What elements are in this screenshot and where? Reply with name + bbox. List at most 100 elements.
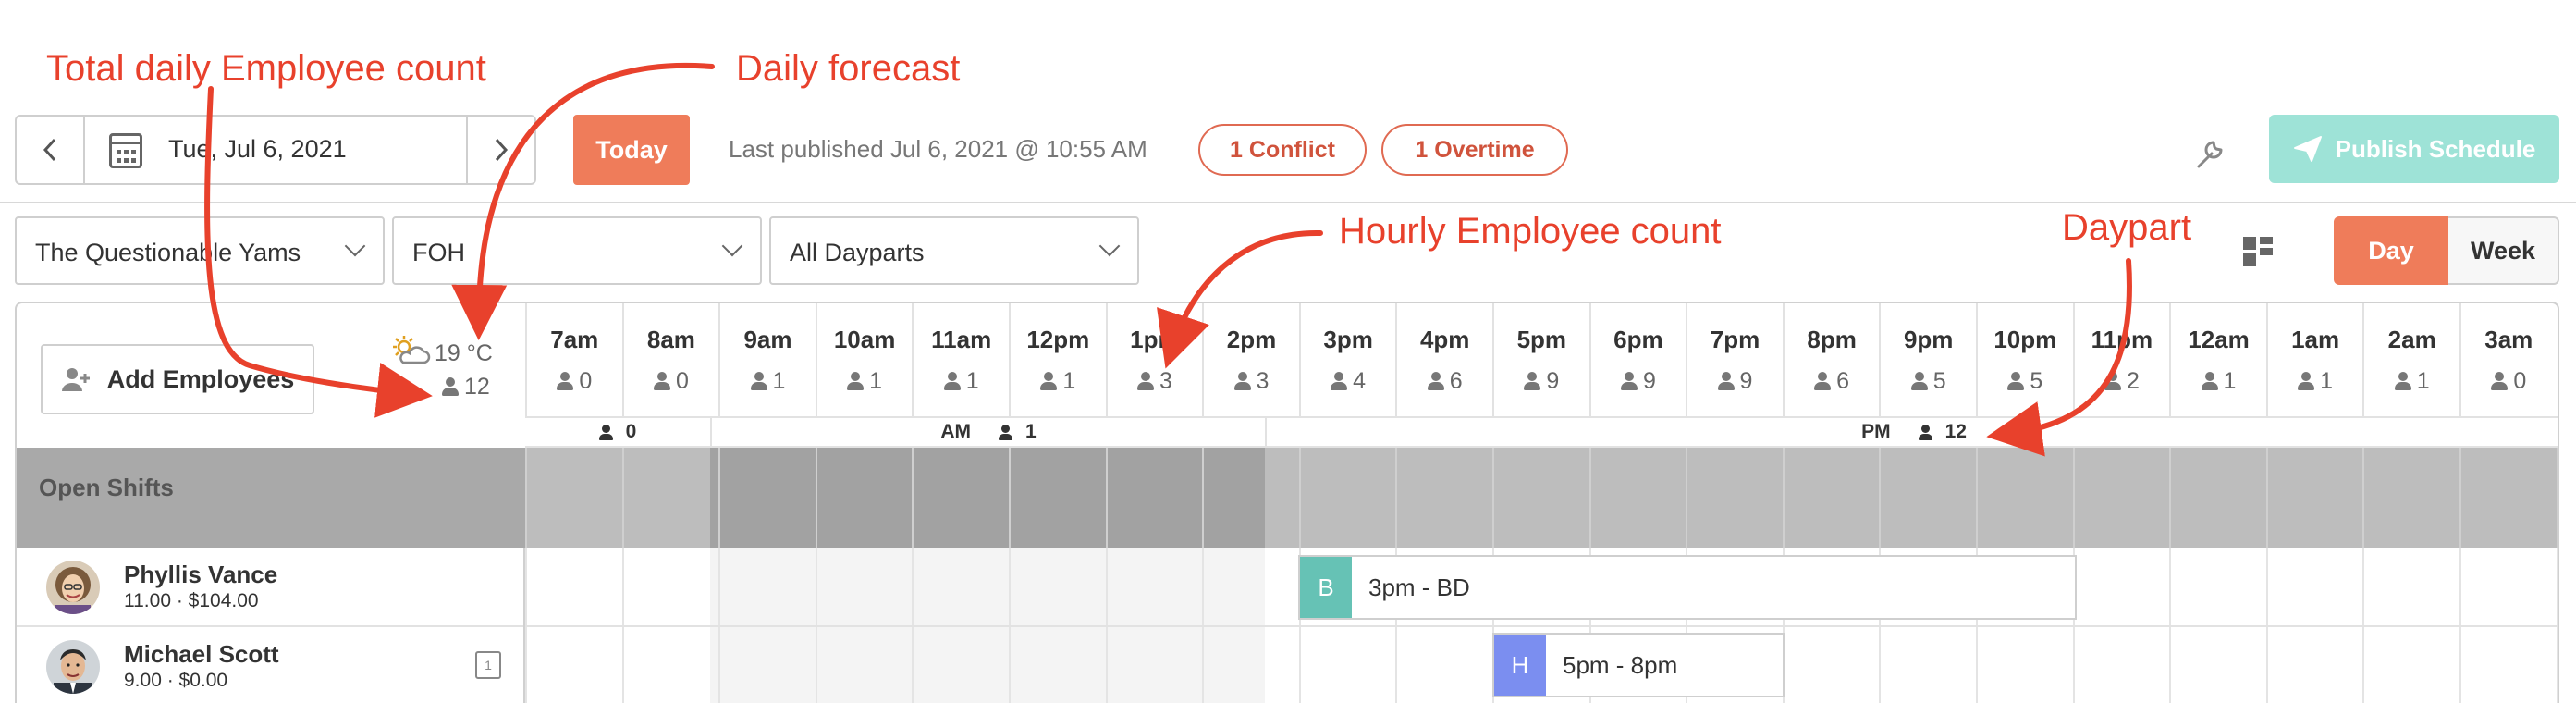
- dayparts-select-value: All Dayparts: [790, 239, 925, 266]
- hourly-employee-count: 0: [2461, 368, 2557, 395]
- hour-column-header: 9pm 5: [1879, 303, 1976, 416]
- total-employee-count: 12: [442, 374, 490, 401]
- grid-line: [1686, 448, 1688, 548]
- annotation-daypart: Daypart: [2062, 207, 2192, 248]
- hourly-employee-count-value: 0: [579, 368, 593, 394]
- daypart-none: 0: [525, 418, 710, 446]
- daypart-am[interactable]: AM 1: [710, 418, 1265, 446]
- hour-column-header: 12am 1: [2169, 303, 2266, 416]
- annotation-daily-forecast: Daily forecast: [736, 48, 961, 89]
- person-icon: [2007, 372, 2025, 390]
- hour-label: 2am: [2387, 326, 2436, 353]
- employee-rate: 9.00 · $0.00: [124, 670, 228, 691]
- current-date: Tue, Jul 6, 2021: [168, 135, 347, 163]
- previous-day-button[interactable]: [17, 117, 85, 183]
- add-employees-button[interactable]: Add Employees: [41, 344, 314, 414]
- person-icon: [442, 377, 459, 396]
- overtime-badge[interactable]: 1 Overtime: [1381, 124, 1568, 176]
- layout-grid-icon[interactable]: [2243, 237, 2275, 268]
- partly-cloudy-icon: [393, 336, 431, 364]
- avatar-image: [46, 640, 100, 694]
- hour-label: 1pm: [1130, 326, 1180, 353]
- calendar-icon[interactable]: 1: [475, 651, 501, 679]
- daypart-pm[interactable]: PM 12: [1265, 418, 2558, 446]
- today-button[interactable]: Today: [573, 115, 690, 185]
- person-icon: [1524, 372, 1541, 390]
- hourly-employee-count: 1: [1011, 368, 1106, 395]
- person-icon: [1717, 372, 1735, 390]
- department-select-value: FOH: [412, 239, 465, 266]
- person-icon: [598, 424, 613, 440]
- person-icon: [1136, 372, 1154, 390]
- grid-line: [718, 448, 721, 548]
- open-shifts-row[interactable]: Open Shifts: [17, 448, 2558, 548]
- grid-line: [2169, 448, 2172, 548]
- hourly-employee-count: 1: [2364, 368, 2459, 395]
- daypart-pm-count: 12: [1944, 421, 1967, 442]
- week-view-toggle[interactable]: Week: [2448, 216, 2559, 285]
- person-icon: [2394, 372, 2411, 390]
- hour-label: 11pm: [2091, 326, 2153, 353]
- grid-line: [1395, 448, 1398, 548]
- avatar[interactable]: [46, 561, 100, 614]
- avatar[interactable]: [46, 640, 100, 694]
- person-icon: [2491, 372, 2509, 390]
- wrench-icon[interactable]: [2191, 135, 2228, 172]
- grid-line: [1976, 448, 1978, 548]
- chevron-down-icon: [721, 235, 743, 257]
- date-picker[interactable]: Tue, Jul 6, 2021: [15, 115, 536, 185]
- day-view-toggle[interactable]: Day: [2334, 216, 2448, 285]
- grid-line: [1298, 448, 1301, 548]
- hourly-employee-count: 0: [624, 368, 719, 395]
- hour-label: 8am: [646, 326, 695, 353]
- hourly-employee-count: 1: [817, 368, 913, 395]
- dayparts-select[interactable]: All Dayparts: [769, 216, 1139, 285]
- employee-name: Michael Scott: [124, 640, 279, 668]
- grid-line: [1202, 448, 1205, 548]
- person-icon: [2298, 372, 2315, 390]
- hour-column-header: 3am 0: [2459, 303, 2557, 416]
- hour-label: 6pm: [1613, 326, 1663, 353]
- publish-schedule-button[interactable]: Publish Schedule: [2269, 115, 2559, 183]
- department-select[interactable]: FOH: [392, 216, 762, 285]
- hourly-employee-count-value: 9: [1739, 368, 1753, 394]
- last-published-text: Last published Jul 6, 2021 @ 10:55 AM: [729, 135, 1147, 163]
- hour-label: 10am: [833, 326, 896, 353]
- hour-column-header: 7pm 9: [1686, 303, 1783, 416]
- hourly-employee-count: 6: [1785, 368, 1880, 395]
- shift-block[interactable]: H 5pm - 8pm: [1492, 633, 1785, 697]
- person-icon: [1620, 372, 1638, 390]
- hourly-employee-count: 5: [1881, 368, 1976, 395]
- grid-line: [2265, 448, 2268, 548]
- person-icon: [847, 372, 865, 390]
- hour-column-header: 6pm 9: [1589, 303, 1687, 416]
- employee-row[interactable]: Phyllis Vance 11.00 · $104.00 B 3pm - BD: [17, 548, 2558, 627]
- shift-block[interactable]: B 3pm - BD: [1298, 555, 2077, 620]
- conflict-badge[interactable]: 1 Conflict: [1198, 124, 1367, 176]
- grid-line: [815, 448, 817, 548]
- hour-column-header: 1pm 3: [1105, 303, 1203, 416]
- person-icon: [1918, 424, 1932, 440]
- hourly-employee-count: 3: [1108, 368, 1203, 395]
- person-icon: [750, 372, 767, 390]
- hourly-employee-count: 0: [527, 368, 622, 395]
- hour-label: 12am: [2188, 326, 2250, 353]
- hourly-employee-count: 4: [1301, 368, 1396, 395]
- employee-row[interactable]: Michael Scott 9.00 · $0.00 1 H 5pm - 8pm: [17, 627, 2558, 703]
- hourly-employee-count-value: 1: [2320, 368, 2334, 394]
- location-select[interactable]: The Questionable Yams: [15, 216, 385, 285]
- person-icon: [653, 372, 670, 390]
- add-user-icon: [61, 368, 90, 391]
- next-day-button[interactable]: [466, 117, 534, 183]
- hour-label: 5pm: [1516, 326, 1567, 353]
- daypart-row: 0 AM 1 PM 12: [525, 416, 2558, 448]
- hour-column-header: 8pm 6: [1782, 303, 1880, 416]
- paper-plane-icon: [2293, 136, 2322, 162]
- grid-line: [2459, 448, 2461, 548]
- hour-column-header: 5pm 9: [1492, 303, 1589, 416]
- grid-line: [2072, 448, 2075, 548]
- hourly-employee-count-value: 3: [1159, 368, 1172, 394]
- employee-info: Phyllis Vance 11.00 · $104.00: [17, 548, 525, 627]
- hourly-employee-count-value: 1: [1062, 368, 1076, 394]
- daily-forecast: 19 °C: [390, 335, 493, 367]
